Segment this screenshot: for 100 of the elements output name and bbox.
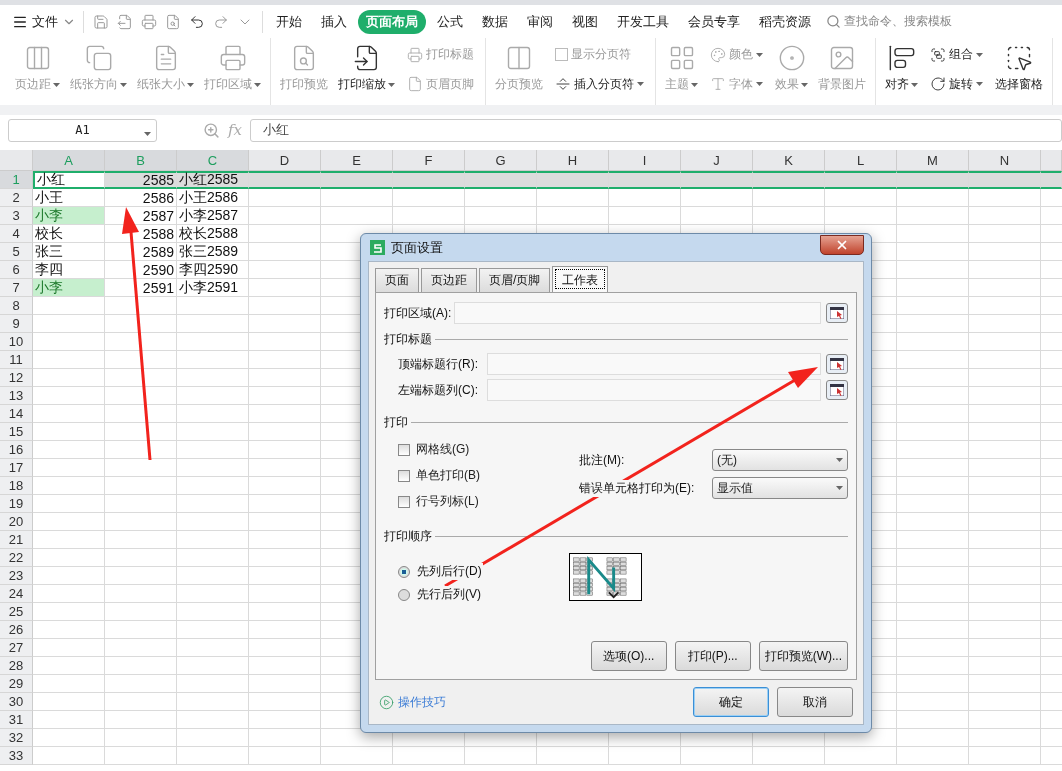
row-header[interactable]: 20 xyxy=(0,513,33,531)
caret-icon xyxy=(53,82,60,87)
column-header[interactable]: E xyxy=(321,150,393,171)
menu-tab[interactable]: 插入 xyxy=(313,9,355,34)
row-header[interactable]: 28 xyxy=(0,657,33,675)
input-field[interactable] xyxy=(454,302,821,324)
range-select-button[interactable] xyxy=(826,303,848,323)
name-box[interactable]: A1 xyxy=(8,118,157,142)
row-header[interactable]: 19 xyxy=(0,495,33,513)
row-header[interactable]: 8 xyxy=(0,297,33,315)
ribbon-button[interactable]: 选择窗格 xyxy=(990,38,1048,105)
column-header[interactable]: L xyxy=(825,150,897,171)
input-field[interactable] xyxy=(487,353,821,375)
checkbox[interactable] xyxy=(398,443,410,456)
row-header[interactable]: 9 xyxy=(0,315,33,333)
menu-tab[interactable]: 视图 xyxy=(564,9,606,34)
input-field[interactable] xyxy=(487,379,821,401)
ribbon-button[interactable]: 对齐 xyxy=(880,38,923,105)
row-header[interactable]: 27 xyxy=(0,639,33,657)
dialog-tab[interactable]: 页面 xyxy=(375,268,419,292)
zoom-icon[interactable] xyxy=(203,121,220,139)
print-icon[interactable] xyxy=(141,13,157,30)
row-header[interactable]: 29 xyxy=(0,675,33,693)
dialog-tab[interactable]: 页边距 xyxy=(421,268,477,292)
row-header[interactable]: 6 xyxy=(0,261,33,279)
close-button[interactable] xyxy=(820,234,864,255)
row-header[interactable]: 4 xyxy=(0,225,33,243)
row-header[interactable]: 11 xyxy=(0,351,33,369)
row-header[interactable]: 23 xyxy=(0,567,33,585)
column-header[interactable]: K xyxy=(753,150,825,171)
row-header[interactable]: 7 xyxy=(0,279,33,297)
preview-icon[interactable] xyxy=(165,13,181,30)
row-header[interactable]: 2 xyxy=(0,189,33,207)
dialog-button[interactable]: 打印(P)... xyxy=(674,641,751,671)
row-header[interactable]: 12 xyxy=(0,369,33,387)
menu-tab[interactable]: 开始 xyxy=(268,9,310,34)
caret-icon xyxy=(801,82,808,87)
dialog-button[interactable]: 取消 xyxy=(777,687,853,717)
dialog-tab[interactable]: 页眉/页脚 xyxy=(479,268,551,292)
ribbon-button[interactable]: 组合 xyxy=(927,44,986,66)
column-header[interactable]: I xyxy=(609,150,681,171)
row-header[interactable]: 17 xyxy=(0,459,33,477)
row-header[interactable]: 26 xyxy=(0,621,33,639)
row-header[interactable]: 22 xyxy=(0,549,33,567)
row-header[interactable]: 18 xyxy=(0,477,33,495)
row-header[interactable]: 21 xyxy=(0,531,33,549)
save-icon[interactable] xyxy=(93,13,109,30)
menu-tab[interactable]: 稻壳资源 xyxy=(751,9,819,34)
checkbox-label: 单色打印(B) xyxy=(416,467,480,484)
app-logo-icon xyxy=(370,240,385,255)
checkbox[interactable] xyxy=(398,469,410,482)
menu-tab[interactable]: 会员专享 xyxy=(680,9,748,34)
dialog-tab[interactable]: 工作表 xyxy=(552,266,609,292)
row-header[interactable]: 32 xyxy=(0,729,33,747)
column-header[interactable]: M xyxy=(897,150,969,171)
menu-tab[interactable]: 数据 xyxy=(474,9,516,34)
column-header[interactable]: G xyxy=(465,150,537,171)
file-menu[interactable]: 文件 xyxy=(10,12,78,31)
dialog-button[interactable]: 选项(O)... xyxy=(590,641,667,671)
row-header[interactable]: 24 xyxy=(0,585,33,603)
column-header[interactable]: D xyxy=(249,150,321,171)
ribbon-button[interactable]: 插入分页符 xyxy=(552,73,647,95)
row-header[interactable]: 15 xyxy=(0,423,33,441)
formula-field[interactable]: 小红 xyxy=(250,118,1062,142)
column-header[interactable]: J xyxy=(681,150,753,171)
column-header[interactable]: F xyxy=(393,150,465,171)
dialog-button[interactable]: 打印预览(W)... xyxy=(758,641,848,671)
column-header[interactable]: H xyxy=(537,150,609,171)
group-icon xyxy=(930,46,946,63)
dropdown-select[interactable]: (无) xyxy=(712,449,848,471)
column-header[interactable]: N xyxy=(969,150,1041,171)
radio-button[interactable] xyxy=(398,565,410,578)
search-icon xyxy=(826,14,841,29)
row-header[interactable]: 30 xyxy=(0,693,33,711)
row-header[interactable]: 14 xyxy=(0,405,33,423)
undo-icon[interactable] xyxy=(189,13,205,30)
menu-tab[interactable]: 公式 xyxy=(429,9,471,34)
checkbox[interactable] xyxy=(398,495,410,508)
radio-button[interactable] xyxy=(398,588,410,601)
row-header[interactable]: 3 xyxy=(0,207,33,225)
dropdown-select[interactable]: 显示值 xyxy=(712,477,848,499)
export-icon[interactable] xyxy=(117,13,133,30)
redo-icon[interactable] xyxy=(213,13,229,30)
row-header[interactable]: 13 xyxy=(0,387,33,405)
tips-link[interactable]: 操作技巧 xyxy=(379,693,685,711)
menu-tab[interactable]: 开发工具 xyxy=(609,9,677,34)
row-header[interactable]: 33 xyxy=(0,747,33,765)
search-field[interactable]: 查找命令、搜索模板 xyxy=(826,13,952,30)
ribbon-button[interactable]: 旋转 xyxy=(927,73,986,95)
ribbon-button[interactable]: 打印缩放 xyxy=(333,38,400,105)
dialog-button[interactable]: 确定 xyxy=(693,687,769,717)
row-header[interactable]: 16 xyxy=(0,441,33,459)
row-header[interactable]: 25 xyxy=(0,603,33,621)
menu-tab[interactable]: 审阅 xyxy=(519,9,561,34)
section-heading: 打印 xyxy=(384,414,408,431)
row-header[interactable]: 31 xyxy=(0,711,33,729)
range-select-button[interactable] xyxy=(826,380,848,400)
row-header[interactable]: 10 xyxy=(0,333,33,351)
row-header[interactable]: 5 xyxy=(0,243,33,261)
range-select-button[interactable] xyxy=(826,354,848,374)
